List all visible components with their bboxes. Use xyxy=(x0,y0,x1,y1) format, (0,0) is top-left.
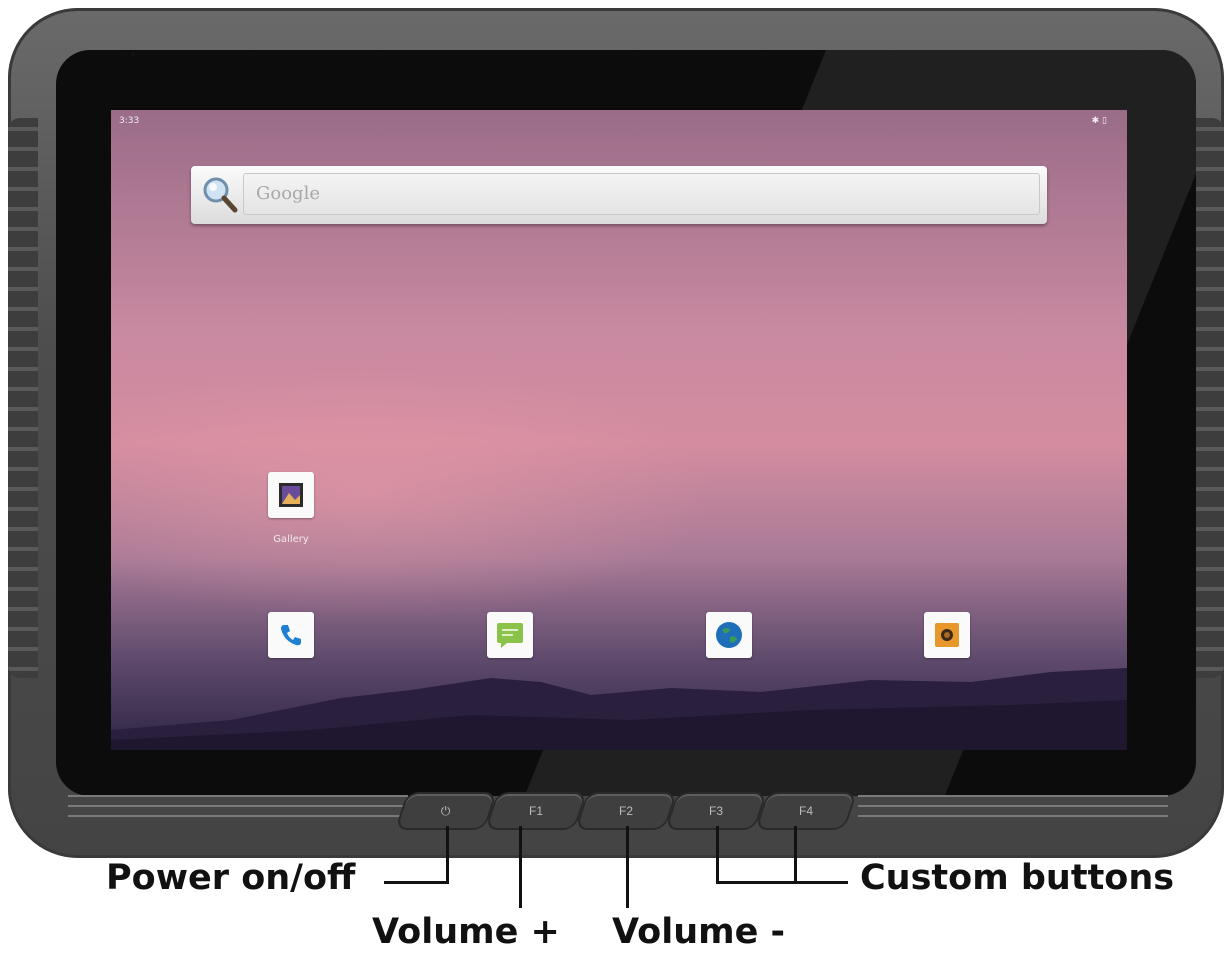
status-icons: ✱ ▯ xyxy=(1091,116,1107,126)
messages-icon xyxy=(497,623,523,648)
power-key[interactable]: ⏻ xyxy=(394,792,498,830)
f1-key[interactable]: F1 xyxy=(484,792,588,830)
left-grip xyxy=(8,118,38,678)
power-callout-line-v xyxy=(446,826,449,884)
gallery-icon xyxy=(279,483,303,507)
volume-down-callout-line xyxy=(626,826,629,908)
volume-up-callout: Volume + xyxy=(372,912,560,952)
search-input[interactable]: Google xyxy=(243,173,1040,215)
gallery-label: Gallery xyxy=(273,534,309,545)
custom-buttons-callout: Custom buttons xyxy=(860,858,1175,898)
search-placeholder: Google xyxy=(256,183,320,204)
tablet-screen: 3:33 ✱ ▯ Google Gallery xyxy=(111,110,1127,750)
hardware-keys: ⏻ F1 F2 F3 F4 xyxy=(383,786,858,832)
status-clock: 3:33 xyxy=(119,116,140,126)
f3-key[interactable]: F3 xyxy=(664,792,768,830)
volume-up-callout-line xyxy=(519,826,522,908)
gallery-app[interactable] xyxy=(268,472,314,518)
messages-app[interactable] xyxy=(487,612,533,658)
power-callout: Power on/off xyxy=(106,858,356,898)
browser-icon xyxy=(716,622,742,648)
right-grip xyxy=(1194,118,1224,678)
volume-down-callout: Volume - xyxy=(612,912,786,952)
google-search-widget[interactable]: Google xyxy=(191,166,1047,224)
custom-callout-line-f4 xyxy=(794,826,797,884)
f4-key[interactable]: F4 xyxy=(754,792,858,830)
f4-key-label: F4 xyxy=(798,804,813,818)
camera-app[interactable] xyxy=(924,612,970,658)
f1-key-label: F1 xyxy=(528,804,543,818)
power-icon: ⏻ xyxy=(441,803,451,818)
search-icon[interactable] xyxy=(199,174,241,216)
custom-callout-line-h xyxy=(716,881,848,884)
browser-app[interactable] xyxy=(706,612,752,658)
f2-key[interactable]: F2 xyxy=(574,792,678,830)
f3-key-label: F3 xyxy=(708,804,723,818)
f2-key-label: F2 xyxy=(618,804,633,818)
front-camera xyxy=(131,52,135,56)
custom-callout-line-f3 xyxy=(716,826,719,884)
mountain-silhouette xyxy=(111,668,1127,750)
camera-icon xyxy=(935,623,959,647)
phone-icon xyxy=(281,625,301,646)
phone-app[interactable] xyxy=(268,612,314,658)
power-callout-line-h xyxy=(384,881,449,884)
